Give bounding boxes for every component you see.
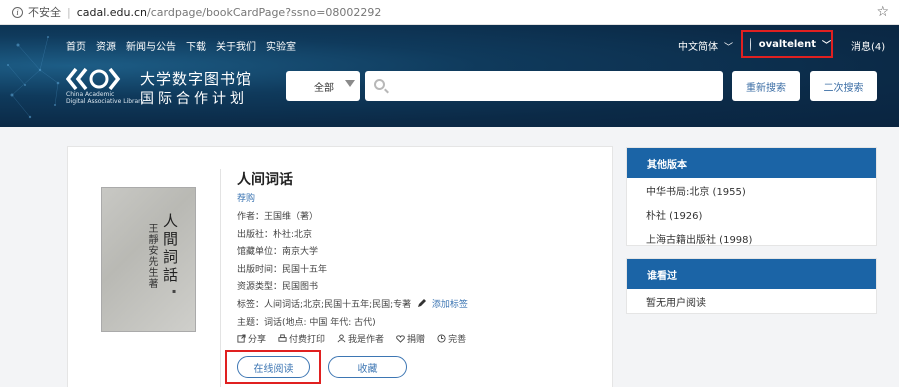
top-nav: 首页 资源 新闻与公告 下载 关于我们 实验室 bbox=[66, 38, 296, 53]
version-item[interactable]: 上海古籍出版社 (1998) bbox=[627, 226, 876, 250]
share-label: 分享 bbox=[248, 335, 267, 345]
donate-action[interactable]: 捐赠 bbox=[396, 332, 425, 345]
nav-about[interactable]: 关于我们 bbox=[216, 38, 256, 53]
share-action[interactable]: 分享 bbox=[237, 332, 266, 345]
logo-chinese-subtitle: 国际合作计划 bbox=[140, 91, 248, 107]
improve-action[interactable]: 完善 bbox=[437, 332, 466, 345]
book-pubdate: 出版时间：民国十五年 bbox=[237, 265, 328, 275]
book-title: 人间词话 bbox=[237, 172, 293, 188]
search-icon bbox=[374, 79, 385, 90]
security-label: 不安全 bbox=[28, 6, 61, 19]
book-tags: 标签：人间词话;北京;民国十五年;民国;专著 bbox=[237, 300, 412, 310]
search-input[interactable] bbox=[393, 71, 713, 101]
clock-icon bbox=[437, 334, 446, 343]
version-item[interactable]: 朴社 (1926) bbox=[627, 202, 876, 226]
dropdown-arrow-icon bbox=[345, 80, 355, 87]
viewers-empty: 暂无用户阅读 bbox=[646, 297, 706, 309]
viewers-panel: 谁看过 暂无用户阅读 bbox=[626, 258, 877, 314]
print-icon bbox=[278, 334, 287, 342]
book-subject: 主题：词话(地点: 中国 年代: 古代) bbox=[237, 318, 376, 328]
address-bar[interactable]: i 不安全 | cadal.edu.cn /cardpage/bookCardP… bbox=[0, 0, 899, 25]
book-tags-row: 标签：人间词话;北京;民国十五年;民国;专著 添加标签 bbox=[237, 297, 468, 310]
logo-english-line1: China Academic bbox=[66, 91, 115, 98]
heart-icon bbox=[396, 335, 405, 343]
add-tag-link[interactable]: 添加标签 bbox=[432, 300, 468, 310]
book-actions: 分享 付费打印 我是作者 捐赠 完善 bbox=[237, 332, 466, 345]
logo-english-line2: Digital Associative Library bbox=[66, 98, 145, 105]
share-icon bbox=[237, 334, 246, 343]
logo-chinese-title: 大学数字图书馆 bbox=[140, 70, 253, 88]
cover-author: 王靜安先生著 bbox=[146, 223, 157, 289]
research-button[interactable]: 重新搜索 bbox=[732, 71, 800, 101]
donate-label: 捐赠 bbox=[407, 335, 426, 345]
search-scope-value: 全部 bbox=[314, 82, 334, 94]
book-author: 作者：王国维（著） bbox=[237, 212, 319, 222]
read-online-button[interactable]: 在线阅读 bbox=[237, 356, 310, 378]
info-icon[interactable]: i bbox=[12, 6, 23, 18]
url-host: cadal.edu.cn bbox=[76, 5, 148, 19]
chevron-down-icon: ﹀ bbox=[724, 43, 734, 53]
author-label: 我是作者 bbox=[348, 335, 385, 345]
search-scope-select[interactable]: 全部 bbox=[286, 71, 360, 101]
bookmark-star-icon[interactable]: ☆ bbox=[876, 4, 889, 20]
person-icon bbox=[337, 334, 346, 343]
messages-link[interactable]: 消息(4) bbox=[851, 38, 885, 53]
nav-download[interactable]: 下载 bbox=[186, 38, 206, 53]
card-divider bbox=[220, 169, 221, 387]
avatar bbox=[750, 37, 751, 51]
cover-stamp: ▪ bbox=[172, 288, 177, 295]
cadal-logo bbox=[66, 67, 121, 91]
language-label: 中文简体 bbox=[678, 42, 718, 53]
username: ovaltelent bbox=[758, 38, 816, 50]
book-publisher: 出版社：朴社:北京 bbox=[237, 230, 313, 240]
user-menu[interactable]: ovaltelent ﹀ bbox=[741, 30, 833, 58]
book-resource-type: 资源类型：民国图书 bbox=[237, 282, 319, 292]
print-label: 付费打印 bbox=[289, 335, 326, 345]
search-box[interactable] bbox=[365, 71, 723, 101]
url-separator: | bbox=[67, 5, 71, 19]
recommend-link[interactable]: 荐购 bbox=[237, 191, 255, 204]
nav-home[interactable]: 首页 bbox=[66, 38, 86, 53]
site-header: 首页 资源 新闻与公告 下载 关于我们 实验室 中文简体 ﹀ ovaltelent… bbox=[0, 25, 899, 127]
other-versions-panel: 其他版本 中华书局:北京 (1955) 朴社 (1926) 上海古籍出版社 (1… bbox=[626, 147, 877, 246]
cover-title: 人間詞話 bbox=[161, 213, 179, 285]
collect-button[interactable]: 收藏 bbox=[328, 356, 407, 378]
book-cover[interactable]: 人間詞話 王靜安先生著 ▪ bbox=[101, 187, 196, 332]
logo-english: China Academic Digital Associative Libra… bbox=[66, 91, 144, 105]
book-card: 人間詞話 王靜安先生著 ▪ 人间词话 荐购 作者：王国维（著） 出版社：朴社:北… bbox=[67, 146, 613, 387]
improve-label: 完善 bbox=[448, 335, 467, 345]
nav-news[interactable]: 新闻与公告 bbox=[126, 38, 176, 53]
version-item[interactable]: 中华书局:北京 (1955) bbox=[627, 178, 876, 202]
chevron-down-icon: ﹀ bbox=[821, 40, 831, 51]
print-action[interactable]: 付费打印 bbox=[278, 332, 325, 345]
author-action[interactable]: 我是作者 bbox=[337, 332, 384, 345]
second-search-button[interactable]: 二次搜索 bbox=[810, 71, 877, 101]
url-path: /cardpage/bookCardPage?ssno=08002292 bbox=[147, 5, 382, 19]
nav-resources[interactable]: 资源 bbox=[96, 38, 116, 53]
nav-lab[interactable]: 实验室 bbox=[266, 38, 296, 53]
other-versions-title: 其他版本 bbox=[627, 148, 876, 178]
pencil-icon[interactable] bbox=[417, 298, 427, 308]
viewers-title: 谁看过 bbox=[627, 259, 876, 289]
book-holder: 馆藏单位：南京大学 bbox=[237, 247, 319, 257]
language-selector[interactable]: 中文简体 ﹀ bbox=[678, 38, 733, 53]
